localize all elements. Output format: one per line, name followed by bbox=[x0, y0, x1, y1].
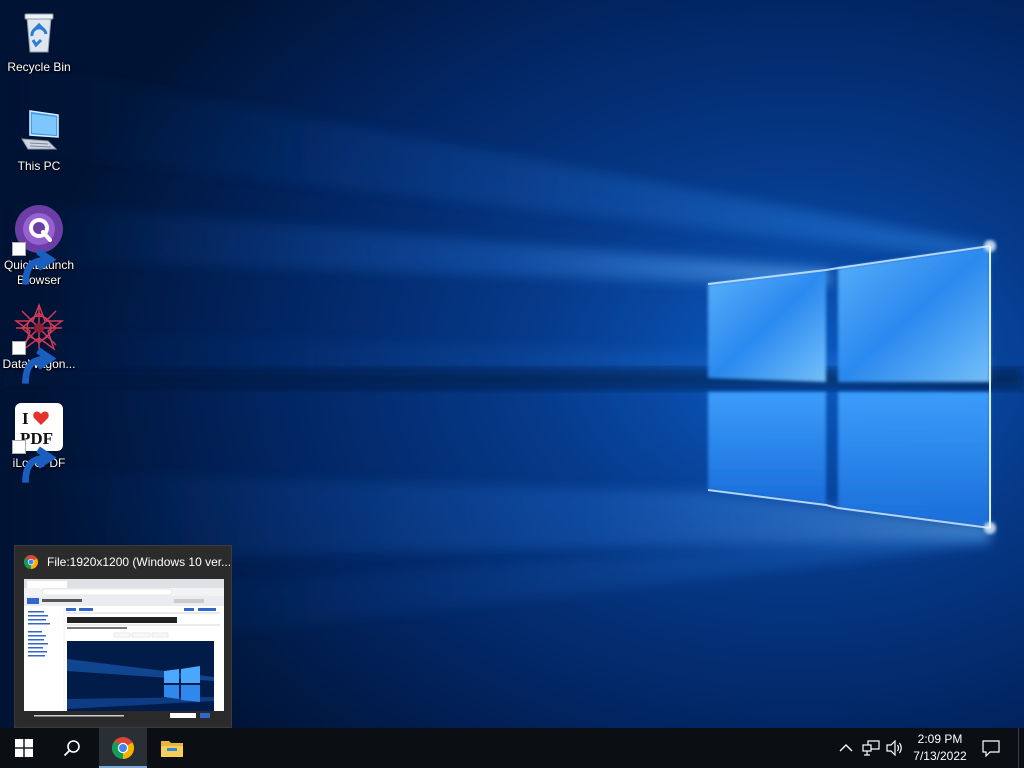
clock-time: 2:09 PM bbox=[917, 732, 963, 746]
ilovepdf-icon: I PDF bbox=[12, 402, 64, 483]
file-explorer-icon bbox=[161, 741, 183, 757]
datawagon-icon bbox=[12, 303, 64, 384]
windows-start-icon bbox=[15, 739, 33, 757]
shortcut-arrow-icon bbox=[12, 341, 57, 384]
show-hidden-icons-button[interactable] bbox=[836, 738, 856, 758]
show-desktop-button[interactable] bbox=[1018, 728, 1024, 768]
chrome-icon bbox=[24, 555, 38, 569]
shortcut-arrow-icon bbox=[12, 242, 57, 285]
shortcut-arrow-icon bbox=[12, 440, 57, 483]
search-button[interactable] bbox=[48, 728, 96, 768]
taskbar-thumbnail-preview[interactable]: File:1920x1200 (Windows 10 ver... bbox=[14, 545, 232, 728]
search-icon bbox=[63, 740, 80, 757]
taskbar-chrome-button[interactable] bbox=[99, 728, 147, 768]
quicklaunch-browser-icon bbox=[12, 204, 64, 285]
preview-thumbnail bbox=[24, 579, 224, 721]
clock-date: 7/13/2022 bbox=[913, 749, 967, 763]
desktop-icon-label: This PC bbox=[17, 159, 61, 173]
taskbar: 2:09 PM 7/13/2022 bbox=[0, 728, 1024, 768]
svg-text:I: I bbox=[22, 409, 29, 428]
recycle-bin-icon bbox=[14, 6, 64, 56]
this-pc-icon bbox=[14, 105, 64, 155]
desktop-icon-quicklaunch-browser[interactable]: QuickLaunch Browser bbox=[0, 204, 78, 288]
volume-button[interactable] bbox=[885, 738, 905, 758]
taskbar-file-explorer-button[interactable] bbox=[148, 728, 196, 768]
network-icon bbox=[862, 740, 880, 756]
preview-title: File:1920x1200 (Windows 10 ver... bbox=[47, 555, 231, 569]
desktop-icon-label: Recycle Bin bbox=[7, 60, 71, 74]
desktop-icon-ilovepdf[interactable]: I PDF iLovePDF bbox=[0, 402, 78, 483]
start-button[interactable] bbox=[0, 728, 48, 768]
desktop-icon-datawagon[interactable]: DataWagon... bbox=[0, 303, 78, 384]
network-button[interactable] bbox=[861, 738, 881, 758]
desktop-icon-recycle-bin[interactable]: Recycle Bin bbox=[0, 6, 78, 75]
preview-title-bar: File:1920x1200 (Windows 10 ver... bbox=[15, 546, 231, 578]
action-center-button[interactable] bbox=[981, 738, 1001, 758]
volume-icon bbox=[886, 740, 902, 756]
chevron-up-icon bbox=[839, 744, 853, 752]
chrome-icon bbox=[112, 737, 134, 759]
taskbar-clock[interactable]: 2:09 PM 7/13/2022 bbox=[904, 731, 976, 765]
action-center-icon bbox=[982, 740, 1000, 757]
desktop-icon-this-pc[interactable]: This PC bbox=[0, 105, 78, 174]
